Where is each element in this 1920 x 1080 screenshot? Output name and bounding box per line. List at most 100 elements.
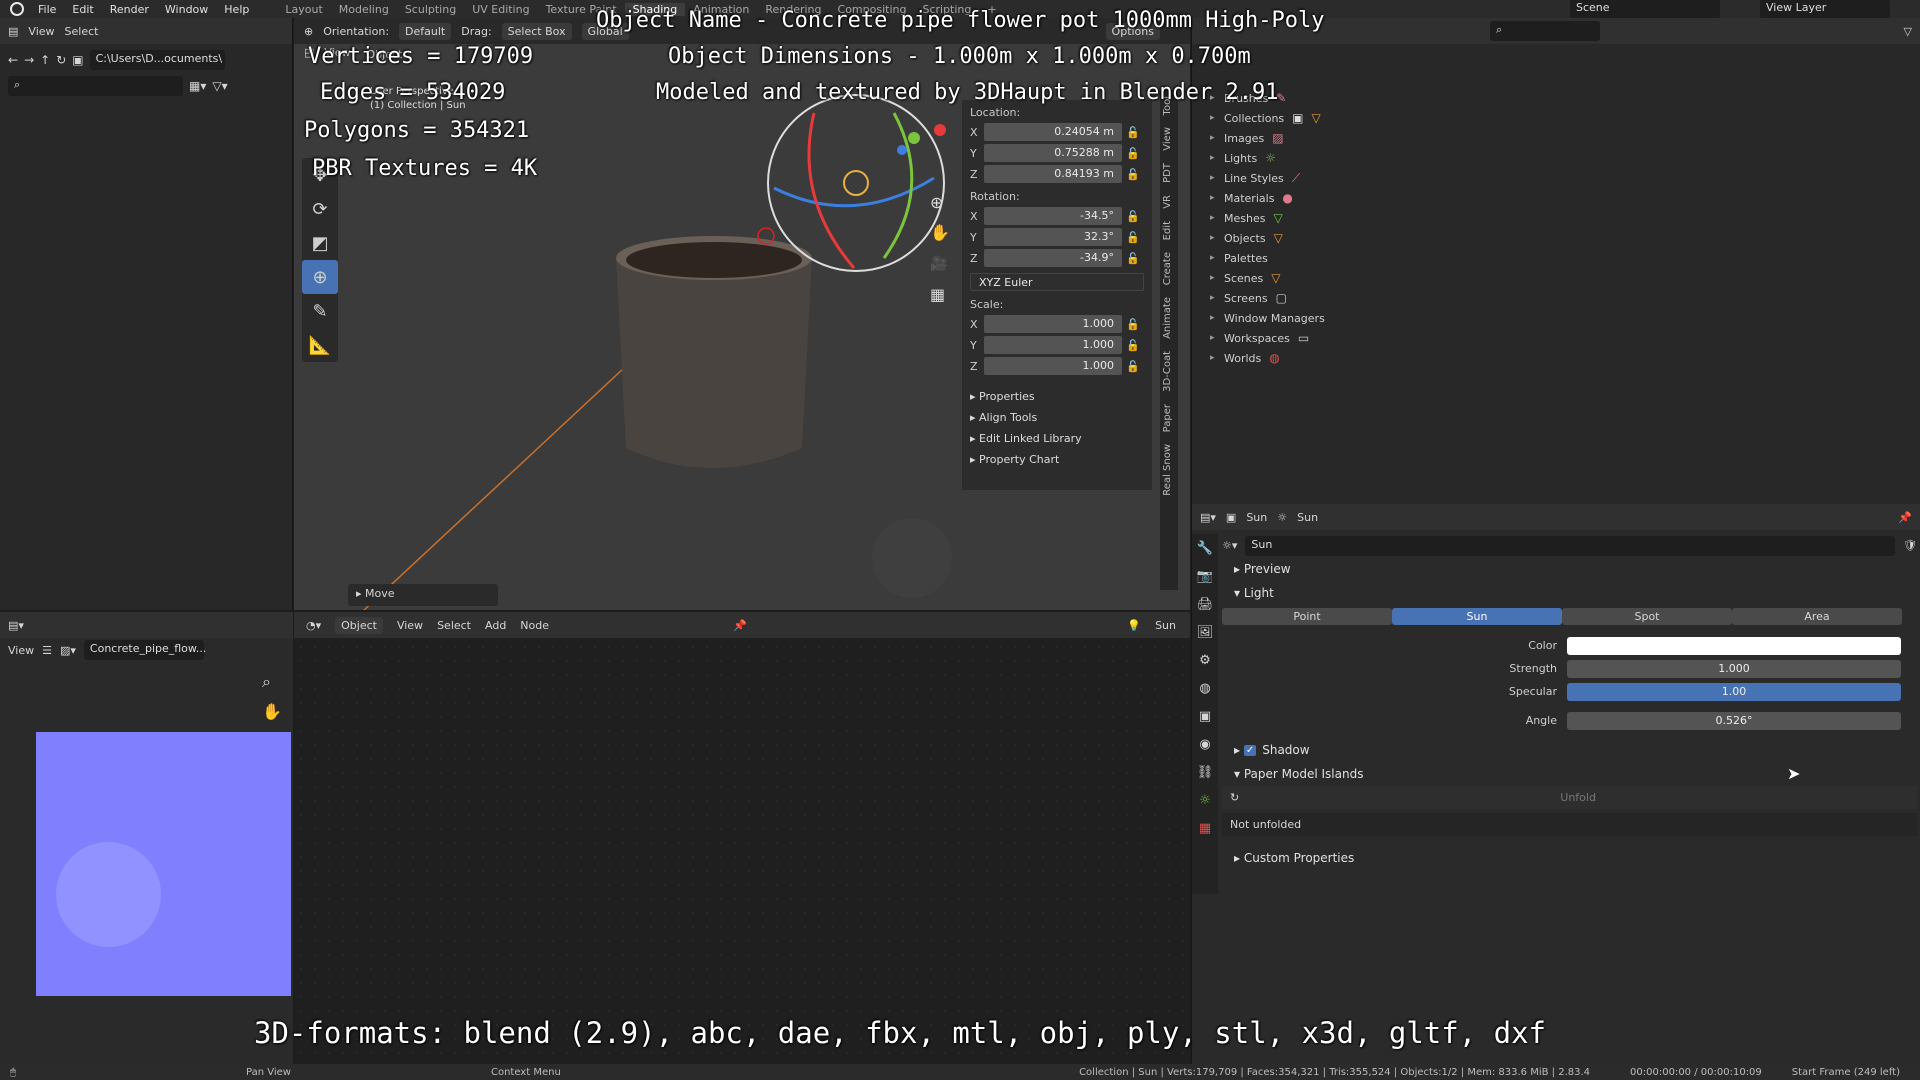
lock-icon[interactable]: 🔓 [1122, 339, 1144, 352]
tab-modeling[interactable]: Modeling [331, 3, 397, 16]
tab-real-snow[interactable]: Real Snow [1160, 438, 1175, 502]
search-input[interactable]: ⌕ [8, 76, 183, 96]
menu-view[interactable]: View [28, 25, 54, 38]
last-operator-panel[interactable]: ▸ Move [348, 584, 498, 606]
tab-uv-editing[interactable]: UV Editing [464, 3, 537, 16]
subpanel-align-tools[interactable]: ▸ Align Tools [970, 411, 1144, 424]
rotation-mode-row[interactable]: XYZ Euler [970, 272, 1144, 292]
menu-render[interactable]: Render [102, 3, 157, 16]
node-menu-add[interactable]: Add [485, 619, 506, 632]
parent-dir-icon[interactable]: ↑ [40, 53, 50, 67]
tab-edit[interactable]: Edit [1160, 215, 1175, 246]
outliner-item-meshes[interactable]: ▸ Meshes ▽ [1192, 208, 1920, 228]
outliner-item-screens[interactable]: ▸ Screens ▢ [1192, 288, 1920, 308]
output-tab-icon[interactable]: 🖨 [1192, 590, 1218, 618]
zoom-icon[interactable]: ⌕ [262, 672, 271, 692]
image-browse-icon[interactable]: ▨▾ [60, 644, 76, 657]
scene-selector[interactable]: Scene [1570, 0, 1720, 19]
lock-icon[interactable]: 🔓 [1122, 360, 1144, 373]
lock-icon[interactable]: 🔓 [1122, 168, 1144, 181]
rotation-z-field[interactable]: -34.9° [984, 249, 1122, 267]
tab-create[interactable]: Create [1160, 246, 1175, 291]
scale-y-field[interactable]: 1.000 [984, 336, 1122, 354]
location-x-row[interactable]: X 0.24054 m 🔓 [970, 122, 1144, 142]
forward-arrow-icon[interactable]: → [24, 53, 34, 67]
lock-icon[interactable]: 🔓 [1122, 231, 1144, 244]
outliner-item-scenes[interactable]: ▸ Scenes ▽ [1192, 268, 1920, 288]
rotation-x-row[interactable]: X -34.5° 🔓 [970, 206, 1144, 226]
color-swatch[interactable] [1567, 636, 1901, 655]
specular-slider[interactable]: 1.00 [1567, 682, 1901, 701]
pin-icon[interactable]: 📌 [1898, 511, 1912, 524]
outliner-item-images[interactable]: ▸ Images ▨ [1192, 128, 1920, 148]
outliner-item-brushes[interactable]: ▸ Brushes ✎ [1192, 88, 1920, 108]
lock-icon[interactable]: 🔓 [1122, 318, 1144, 331]
light-type-sun[interactable]: Sun [1392, 608, 1562, 625]
object-tab-icon[interactable]: ▣ [1192, 702, 1218, 730]
light-type-icon[interactable]: ☼▾ [1222, 539, 1237, 552]
filter-icon[interactable]: ▽ [1904, 25, 1912, 38]
blender-logo-icon[interactable] [10, 2, 24, 16]
fake-user-icon[interactable]: 🛡 [1903, 539, 1917, 552]
unfold-button[interactable]: Unfold [1239, 791, 1917, 804]
scale-y-row[interactable]: Y 1.000 🔓 [970, 335, 1144, 355]
refresh-icon[interactable]: ↻ [1230, 791, 1239, 804]
menu-window[interactable]: Window [157, 3, 216, 16]
scene-tab-icon[interactable]: ⚙ [1192, 646, 1218, 674]
physics-tab-icon[interactable]: ◉ [1192, 730, 1218, 758]
lock-icon[interactable]: 🔓 [1122, 252, 1144, 265]
constraints-tab-icon[interactable]: ⛓ [1192, 758, 1218, 786]
lock-icon[interactable]: 🔓 [1122, 210, 1144, 223]
outliner-item-collections[interactable]: ▸ Collections ▣ ▽ [1192, 108, 1920, 128]
tab-layout[interactable]: Layout [277, 3, 330, 16]
back-arrow-icon[interactable]: ← [8, 53, 18, 67]
outliner-item-line-styles[interactable]: ▸ Line Styles ⟋ [1192, 168, 1920, 188]
outliner-item-lights[interactable]: ▸ Lights ☼ [1192, 148, 1920, 168]
image-menu-view[interactable]: View [8, 644, 34, 657]
subpanel-property-chart[interactable]: ▸ Property Chart [970, 453, 1144, 466]
section-light[interactable]: ▾ Light [1222, 581, 1917, 605]
rotation-z-row[interactable]: Z -34.9° 🔓 [970, 248, 1144, 268]
display-mode-icon[interactable]: ▦▾ [189, 79, 206, 93]
editor-type-icon[interactable]: ▤▾ [8, 619, 24, 632]
tab-paper[interactable]: Paper [1160, 398, 1175, 438]
menu-edit[interactable]: Edit [64, 3, 101, 16]
scale-x-row[interactable]: X 1.000 🔓 [970, 314, 1144, 334]
shader-type-dropdown[interactable]: Object [335, 616, 383, 634]
outliner-item-worlds[interactable]: ▸ Worlds ◍ [1192, 348, 1920, 368]
image-name-field[interactable]: Concrete_pipe_flow... [83, 640, 206, 660]
location-y-field[interactable]: 0.75288 m [984, 144, 1122, 162]
rotation-y-row[interactable]: Y 32.3° 🔓 [970, 227, 1144, 247]
lock-icon[interactable]: 🔓 [1122, 147, 1144, 160]
hamburger-icon[interactable]: ☰ [42, 644, 52, 657]
node-editor-panel[interactable]: ◔▾ Object View Select Add Node 📌 💡 Sun [294, 612, 1190, 1064]
menu-help[interactable]: Help [216, 3, 257, 16]
location-z-row[interactable]: Z 0.84193 m 🔓 [970, 164, 1144, 184]
tab-pdt[interactable]: PDT [1160, 157, 1175, 189]
filter-icon[interactable]: ▽▾ [212, 79, 227, 93]
section-preview[interactable]: ▸ Preview [1222, 557, 1917, 581]
light-type-point[interactable]: Point [1222, 608, 1392, 625]
editor-type-icon[interactable]: ◔▾ [306, 619, 321, 632]
menu-select[interactable]: Select [65, 25, 99, 38]
ortho-grid-icon[interactable]: ▦ [930, 285, 945, 304]
world-tab-icon[interactable]: ◍ [1192, 674, 1218, 702]
angle-field[interactable]: 0.526° [1567, 711, 1901, 730]
path-field[interactable]: C:\Users\D...ocuments\ [89, 50, 225, 70]
outliner-item-window-managers[interactable]: ▸ Window Managers [1192, 308, 1920, 328]
outliner-item-materials[interactable]: ▸ Materials ● [1192, 188, 1920, 208]
datablock-name-field[interactable]: Sun [1245, 535, 1896, 556]
editor-type-icon[interactable]: ▤▾ [1200, 511, 1216, 524]
lock-icon[interactable]: 🔓 [1122, 126, 1144, 139]
tab-3d-coat[interactable]: 3D-Coat [1160, 345, 1175, 398]
pin-icon[interactable]: 📌 [733, 619, 747, 632]
strength-field[interactable]: 1.000 [1567, 659, 1901, 678]
tool-tab-icon[interactable]: 🔧 [1192, 534, 1218, 562]
tab-view[interactable]: View [1160, 121, 1175, 157]
pan-hand-icon[interactable]: ✋ [262, 702, 282, 721]
shadow-checkbox[interactable]: ✓ [1243, 744, 1257, 756]
flower-pot-mesh[interactable] [616, 236, 812, 468]
light-type-area[interactable]: Area [1732, 608, 1902, 625]
render-tab-icon[interactable]: 📷 [1192, 562, 1218, 590]
rotation-mode-dropdown[interactable]: XYZ Euler [970, 273, 1144, 291]
